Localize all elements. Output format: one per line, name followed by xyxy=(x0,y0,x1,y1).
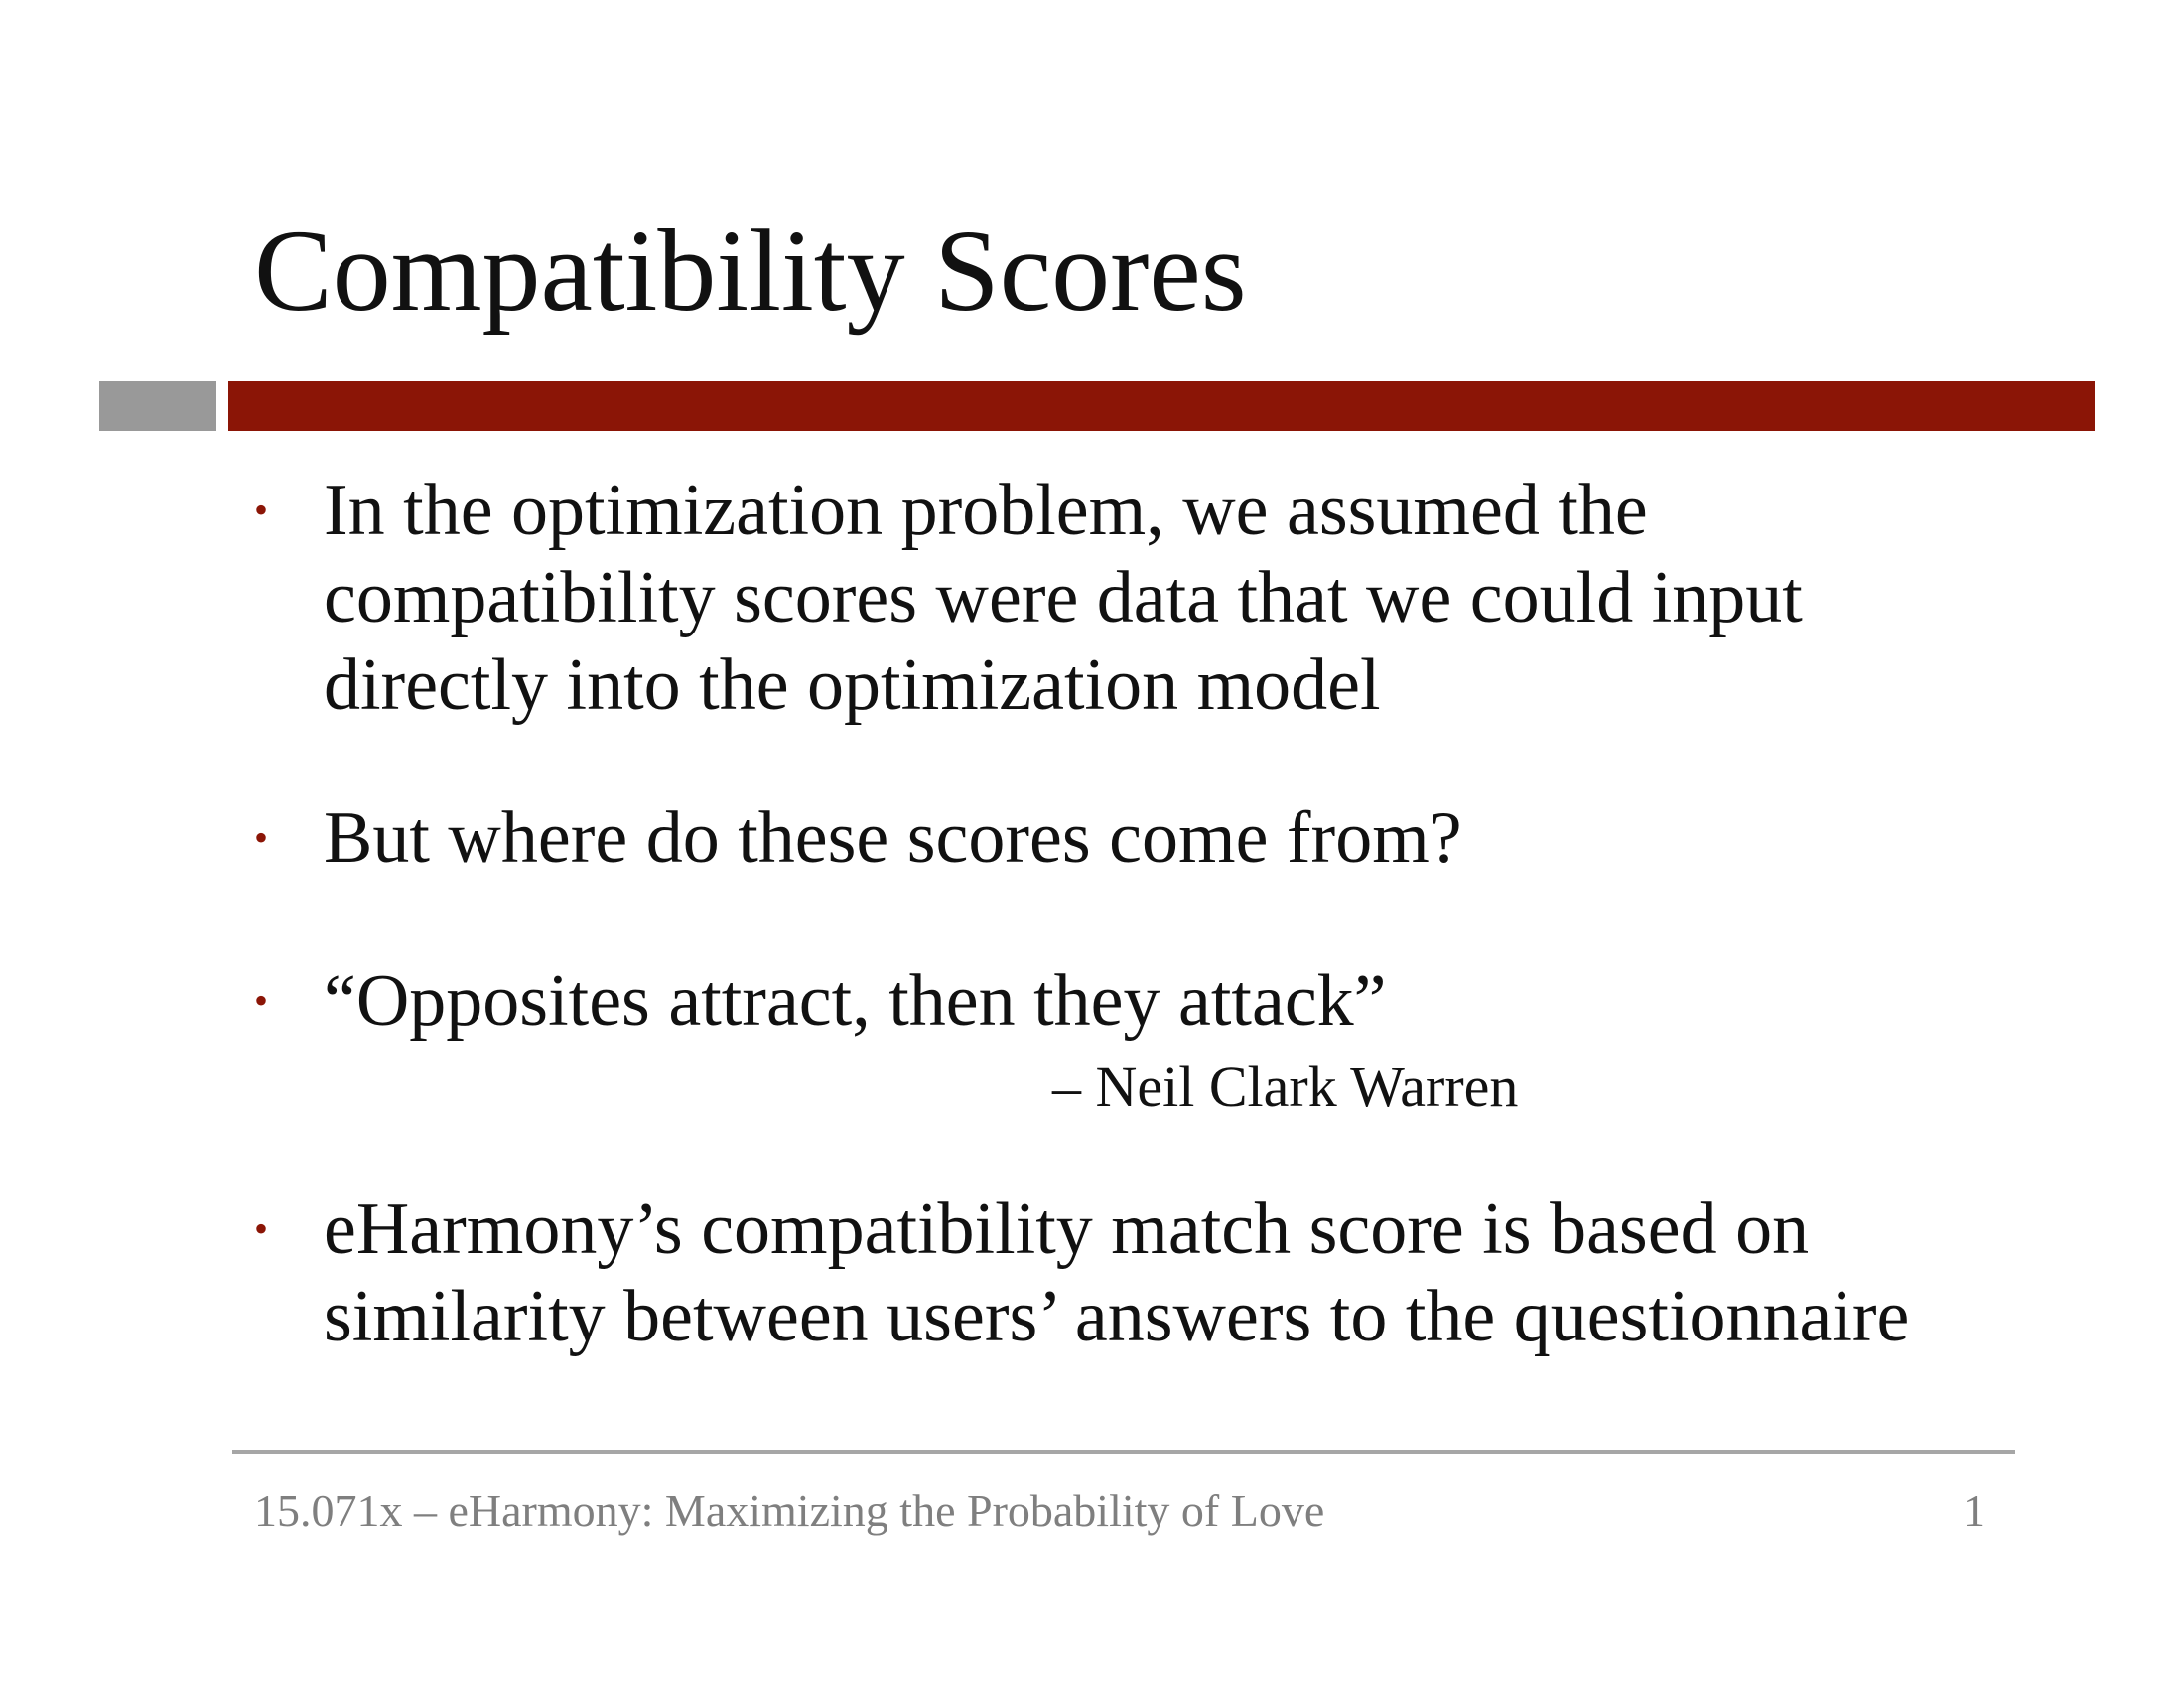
bullet-marker: • xyxy=(254,1206,269,1251)
bullet-text: eHarmony’s compatibility match score is … xyxy=(324,1186,2184,1360)
quote-attribution: – Neil Clark Warren xyxy=(1052,1055,1519,1119)
bullet-line: directly into the optimization model xyxy=(324,644,1381,726)
footer-divider xyxy=(232,1450,2015,1454)
bullet-line: compatibility scores were data that we c… xyxy=(324,557,1803,638)
bullet-marker: • xyxy=(254,978,269,1023)
bullet-text: In the optimization problem, we assumed … xyxy=(324,467,2184,729)
bullet-line: But where do these scores come from? xyxy=(324,797,1462,879)
bullet-line: “Opposites attract, then they attack” xyxy=(324,960,1387,1042)
bullet-text: But where do these scores come from? xyxy=(324,794,2184,882)
bullet-text: “Opposites attract, then they attack” xyxy=(324,957,2184,1045)
footer-course-title: 15.071x – eHarmony: Maximizing the Proba… xyxy=(254,1485,1325,1536)
bullet-marker: • xyxy=(254,488,269,532)
bullet-list: • In the optimization problem, we assume… xyxy=(0,0,2184,1440)
bullet-line: In the optimization problem, we assumed … xyxy=(324,470,1648,551)
bullet-marker: • xyxy=(254,815,269,860)
page-number: 1 xyxy=(1963,1485,1985,1536)
bullet-line: similarity between users’ answers to the… xyxy=(324,1276,1910,1357)
bullet-line: eHarmony’s compatibility match score is … xyxy=(324,1189,1810,1270)
